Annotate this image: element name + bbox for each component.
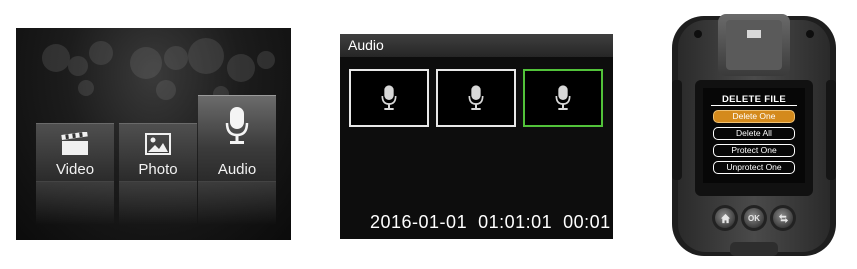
dialog-divider — [711, 105, 797, 106]
option-protect-one[interactable]: Protect One — [713, 144, 795, 157]
screenshot-canvas: Video Photo Audio Audio 2016-01-01 01:01… — [0, 0, 857, 269]
option-delete-all[interactable]: Delete All — [713, 127, 795, 140]
dialog-title: DELETE FILE — [722, 94, 786, 105]
back-icon — [778, 213, 788, 223]
photo-icon — [145, 133, 171, 155]
menu-label-audio: Audio — [217, 161, 257, 178]
audio-file-thumbnail-3[interactable] — [523, 69, 603, 127]
audio-file-thumbnail-1[interactable] — [349, 69, 429, 127]
video-clapper-icon — [61, 132, 88, 155]
home-button[interactable] — [715, 208, 735, 228]
option-unprotect-one[interactable]: Unprotect One — [713, 161, 795, 174]
microphone-icon — [468, 85, 484, 110]
audio-file-thumbnail-2[interactable] — [436, 69, 516, 127]
home-icon — [720, 213, 730, 223]
menu-reflection-photo — [119, 181, 197, 225]
microphone-icon — [381, 85, 397, 110]
menu-reflection-video — [36, 181, 114, 225]
microphone-icon — [555, 85, 571, 110]
menu-reflection-audio — [198, 181, 276, 225]
microphone-icon — [225, 107, 249, 144]
menu-label-video: Video — [55, 161, 95, 178]
ok-label: OK — [748, 213, 760, 223]
recording-timestamp: 2016-01-01 01:01:01 00:01 — [370, 212, 611, 232]
device-screen: DELETE FILE Delete One Delete All Protec… — [703, 88, 805, 183]
ok-button[interactable]: OK — [744, 208, 764, 228]
screen-title: Audio — [340, 34, 613, 57]
audio-list-screen: Audio 2016-01-01 01:01:01 00:01 — [340, 34, 613, 239]
menu-label-photo: Photo — [138, 161, 178, 178]
option-delete-one[interactable]: Delete One — [713, 110, 795, 123]
back-button[interactable] — [773, 208, 793, 228]
main-menu-screen: Video Photo Audio — [16, 28, 291, 240]
